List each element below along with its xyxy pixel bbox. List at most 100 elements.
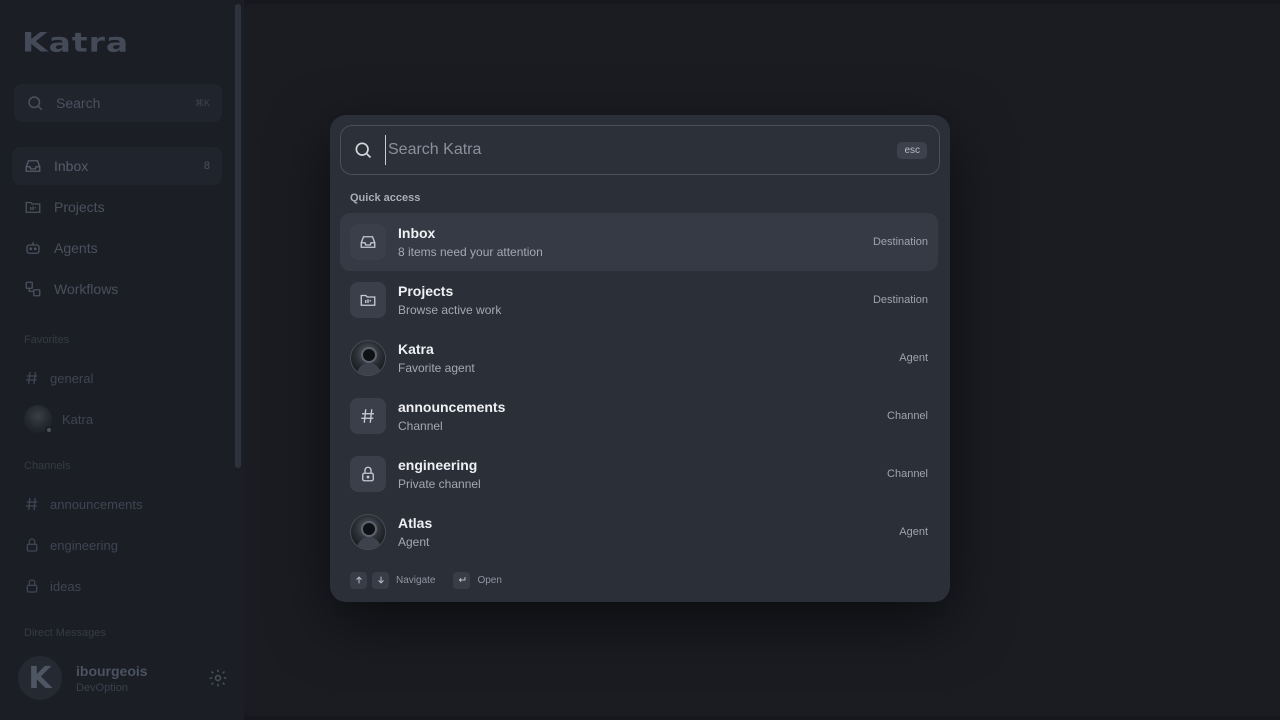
sidebar-scrollbar[interactable] [235,4,241,468]
sidebar-item-label: Agents [54,240,98,256]
channel-item-engineering[interactable]: engineering [24,530,118,560]
agent-avatar [350,514,386,550]
sidebar-search-label: Search [56,95,101,111]
item-subtitle: Browse active work [398,303,502,317]
arrow-down-key [372,571,389,589]
palette-footer: Navigate Open [350,571,520,589]
palette-item-katra[interactable]: Katra Favorite agent Agent [340,329,938,387]
agents-icon [26,242,40,254]
palette-search-input[interactable] [385,135,898,165]
arrow-down-icon [377,576,384,584]
item-kind: Destination [872,236,928,248]
item-icon-box [350,456,386,492]
user-org: DevOption [76,681,128,694]
inbox-icon [360,236,376,248]
workflows-icon [25,281,41,297]
item-text: engineering Private channel [398,457,887,491]
esc-key-hint[interactable]: esc [897,141,927,159]
channel-label: announcements [50,496,143,512]
avatar: K [18,656,62,700]
sidebar-item-label: Projects [54,199,105,215]
favorite-label: general [50,370,94,386]
lock-icon [362,466,374,482]
item-title: Atlas [398,515,433,531]
sidebar-item-agents[interactable]: Agents [12,229,222,267]
item-title: Projects [398,283,454,299]
search-icon [28,96,43,111]
open-hint: Open [477,574,502,586]
projects-icon [25,201,41,213]
item-title: announcements [398,399,506,415]
item-kind: Channel [887,468,928,480]
channel-item-ideas[interactable]: ideas [24,571,81,601]
sidebar-item-workflows[interactable]: Workflows [12,270,222,308]
search-shortcut: ⌘K [194,97,210,108]
item-text: Katra Favorite agent [398,341,899,375]
favorites-title: Favorites [24,334,70,346]
item-kind: Agent [899,526,928,538]
palette-item-projects[interactable]: Projects Browse active work Destination [340,271,938,329]
sidebar: Katra Search ⌘K Inbox 8 Projects Agents … [0,0,244,720]
enter-key [453,571,471,589]
favorite-item-katra[interactable]: Katra [24,404,93,434]
gear-icon[interactable] [208,668,228,688]
channel-item-announcements[interactable]: announcements [24,489,143,519]
item-kind: Channel [887,410,928,422]
item-text: Atlas Agent [398,515,899,549]
sidebar-search[interactable]: Search ⌘K [14,84,222,122]
sidebar-item-label: Workflows [54,281,119,297]
item-subtitle: Channel [398,419,443,433]
palette-item-announcements[interactable]: announcements Channel Channel [340,387,938,445]
item-icon-box [350,282,386,318]
user-meta: ibourgeois DevOption [76,663,208,694]
lock-icon [26,579,38,593]
channel-label: engineering [50,537,118,553]
arrow-up-key [350,571,367,589]
app-logo: Katra [22,26,130,58]
arrow-up-icon [355,576,362,584]
palette-item-engineering[interactable]: engineering Private channel Channel [340,445,938,503]
navigate-hint: Navigate [396,574,436,586]
item-subtitle: 8 items need your attention [398,245,543,259]
item-icon-box [350,224,386,260]
user-profile[interactable]: K ibourgeois DevOption [18,656,228,700]
hash-icon [26,497,38,511]
user-name: ibourgeois [76,662,148,679]
favorite-label: Katra [62,411,94,427]
item-title: engineering [398,457,478,473]
avatar-head [361,521,377,537]
inbox-count-badge: 8 [203,160,210,172]
item-kind: Agent [899,352,928,364]
folder-icon [360,294,376,306]
item-subtitle: Favorite agent [398,361,475,375]
sidebar-item-projects[interactable]: Projects [12,188,222,226]
avatar-head [361,347,377,363]
lock-icon [26,538,38,552]
item-text: Projects Browse active work [398,283,873,317]
sidebar-item-label: Inbox [54,158,89,174]
item-kind: Destination [872,294,928,306]
palette-results: Inbox 8 items need your attention Destin… [340,213,938,561]
channel-label: ideas [50,578,82,594]
item-subtitle: Private channel [398,477,481,491]
avatar-body [357,363,381,375]
palette-item-inbox[interactable]: Inbox 8 items need your attention Destin… [340,213,938,271]
palette-search-bar: esc [340,125,940,175]
hash-icon [26,371,38,385]
item-title: Katra [398,341,434,357]
search-icon [355,142,372,159]
item-title: Inbox [398,225,436,241]
item-text: announcements Channel [398,399,887,433]
palette-item-atlas[interactable]: Atlas Agent Agent [340,503,938,561]
direct-messages-title: Direct Messages [24,627,106,639]
sidebar-item-inbox[interactable]: Inbox 8 [12,147,222,185]
agent-avatar [350,340,386,376]
avatar [24,405,53,434]
favorite-item-general[interactable]: general [24,363,93,393]
item-subtitle: Agent [398,535,430,549]
avatar-body [357,537,381,549]
item-icon-box [350,398,386,434]
command-palette: esc Quick access Inbox 8 items need your… [330,115,950,602]
item-text: Inbox 8 items need your attention [398,225,873,259]
presence-dot [45,426,53,434]
